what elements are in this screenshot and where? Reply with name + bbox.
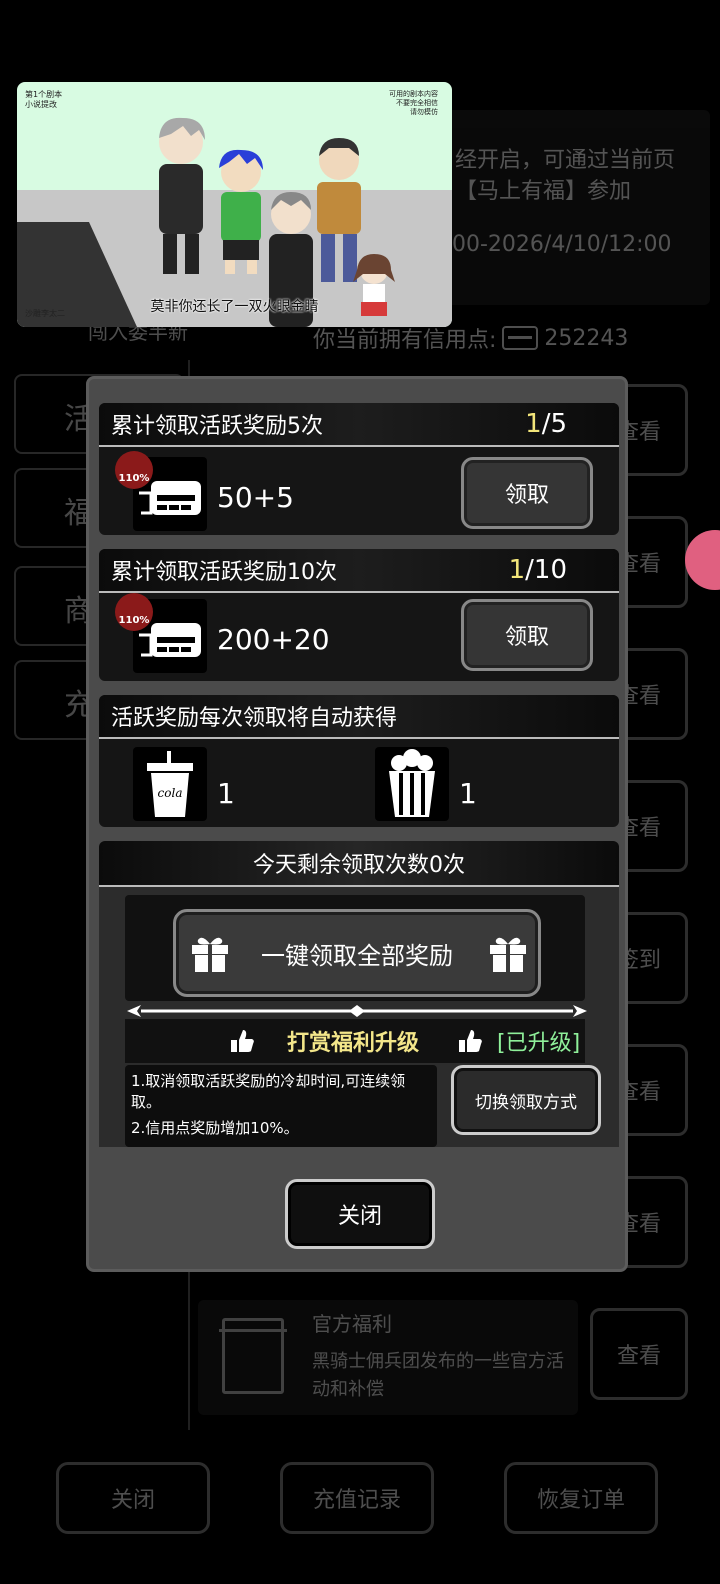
official-welfare-title: 官方福利: [312, 1312, 392, 1336]
upgrade-desc-line-2: 2.信用点奖励增加10%。: [131, 1119, 299, 1137]
reward-10-title: 累计领取活跃奖励10次: [111, 560, 337, 585]
remaining-claims: 今天剩余领取次数0次: [99, 841, 619, 887]
thumbs-up-icon: [459, 1030, 482, 1052]
event-time-range: 00-2026/4/10/12:00: [452, 232, 672, 257]
reward-5-value: 50+5: [217, 481, 294, 514]
gift-box-icon: [219, 1318, 287, 1394]
claim-reward-5-button[interactable]: 领取: [461, 457, 593, 529]
character-blue-hair: [219, 149, 263, 274]
popcorn-count: 1: [459, 777, 477, 810]
ornamental-divider: [127, 1005, 587, 1017]
upgrade-row: 打赏福利升级 [已升级]: [125, 1019, 585, 1063]
thumbs-up-icon: [231, 1030, 254, 1052]
cola-count: 1: [217, 777, 235, 810]
event-notice: 经开启，可通过当前页 【马上有福】参加: [455, 148, 676, 204]
credit-reward-icon: 110%: [115, 593, 207, 673]
reward-5-progress: 1/5: [525, 409, 567, 439]
reward-5-panel: 累计领取活跃奖励5次 1/5 110% 50+5 领取: [99, 403, 619, 535]
close-dialog-button[interactable]: 关闭: [285, 1179, 435, 1249]
reward-10-panel: 累计领取活跃奖励10次 1/10 110% 200+20 领取: [99, 549, 619, 681]
credit-value: 252243: [544, 325, 629, 351]
upgrade-desc-line-1: 1.取消领取活跃奖励的冷却时间,可连续领取。: [131, 1072, 406, 1111]
reward-10-header: 累计领取活跃奖励10次 1/10: [99, 549, 619, 593]
video-credit: 沙雕李太二: [25, 309, 65, 318]
claim-all-label: 一键领取全部奖励: [261, 941, 453, 970]
official-welfare-desc: 黑骑士佣兵团发布的一些官方活动和补偿: [312, 1351, 564, 1400]
bottom-close-button[interactable]: 关闭: [56, 1462, 210, 1534]
upgrade-status: [已升级]: [497, 1031, 581, 1056]
recharge-history-button[interactable]: 充值记录: [280, 1462, 434, 1534]
credit-card-icon: [502, 326, 539, 350]
restore-order-button[interactable]: 恢复订单: [504, 1462, 658, 1534]
gift-icon: [490, 937, 526, 972]
active-reward-dialog: 累计领取活跃奖励5次 1/5 110% 50+5 领取 累计领取活跃奖励10次 …: [86, 376, 628, 1272]
reward-10-progress: 1/10: [508, 555, 567, 585]
bonus-badge: 110%: [115, 593, 153, 631]
cola-icon: cola: [133, 747, 207, 821]
claim-reward-10-button[interactable]: 领取: [461, 599, 593, 671]
gift-icon: [192, 937, 228, 972]
auto-reward-title: 活跃奖励每次领取将自动获得: [111, 706, 398, 731]
bulk-claim-panel: 一键领取全部奖励 打赏福利升级 [已升级] 1.取消领取活跃奖励的冷却时间,可连…: [99, 887, 619, 1147]
video-subtitle: 莫非你还长了一双火眼金睛: [150, 299, 319, 315]
video-overlay[interactable]: 第1个剧本 小说提改 可用的剧本内容 不要完全相信 请勿模仿 莫非你还长了一双火…: [17, 82, 452, 327]
claim-all-button[interactable]: 一键领取全部奖励: [173, 909, 541, 997]
reward-10-value: 200+20: [217, 623, 330, 656]
reward-5-title: 累计领取活跃奖励5次: [111, 414, 323, 439]
reward-5-header: 累计领取活跃奖励5次 1/5: [99, 403, 619, 447]
bonus-badge: 110%: [115, 451, 153, 489]
auto-reward-header: 活跃奖励每次领取将自动获得: [99, 695, 619, 739]
bulk-claim-area: 一键领取全部奖励: [125, 895, 585, 1001]
upgrade-description: 1.取消领取活跃奖励的冷却时间,可连续领取。 2.信用点奖励增加10%。: [125, 1065, 437, 1147]
view-button[interactable]: 查看: [590, 1308, 688, 1400]
character-grey-hair: [159, 117, 205, 274]
credit-reward-icon: 110%: [115, 451, 207, 531]
popcorn-icon: [375, 747, 449, 821]
video-top-right-text: 可用的剧本内容 不要完全相信 请勿模仿: [389, 90, 438, 116]
switch-claim-mode-button[interactable]: 切换领取方式: [451, 1065, 601, 1135]
upgrade-title: 打赏福利升级: [287, 1031, 420, 1056]
auto-reward-panel: 活跃奖励每次领取将自动获得 cola 1 1: [99, 695, 619, 827]
cola-label: cola: [158, 786, 183, 800]
video-top-left-text: 第1个剧本 小说提改: [25, 90, 63, 109]
